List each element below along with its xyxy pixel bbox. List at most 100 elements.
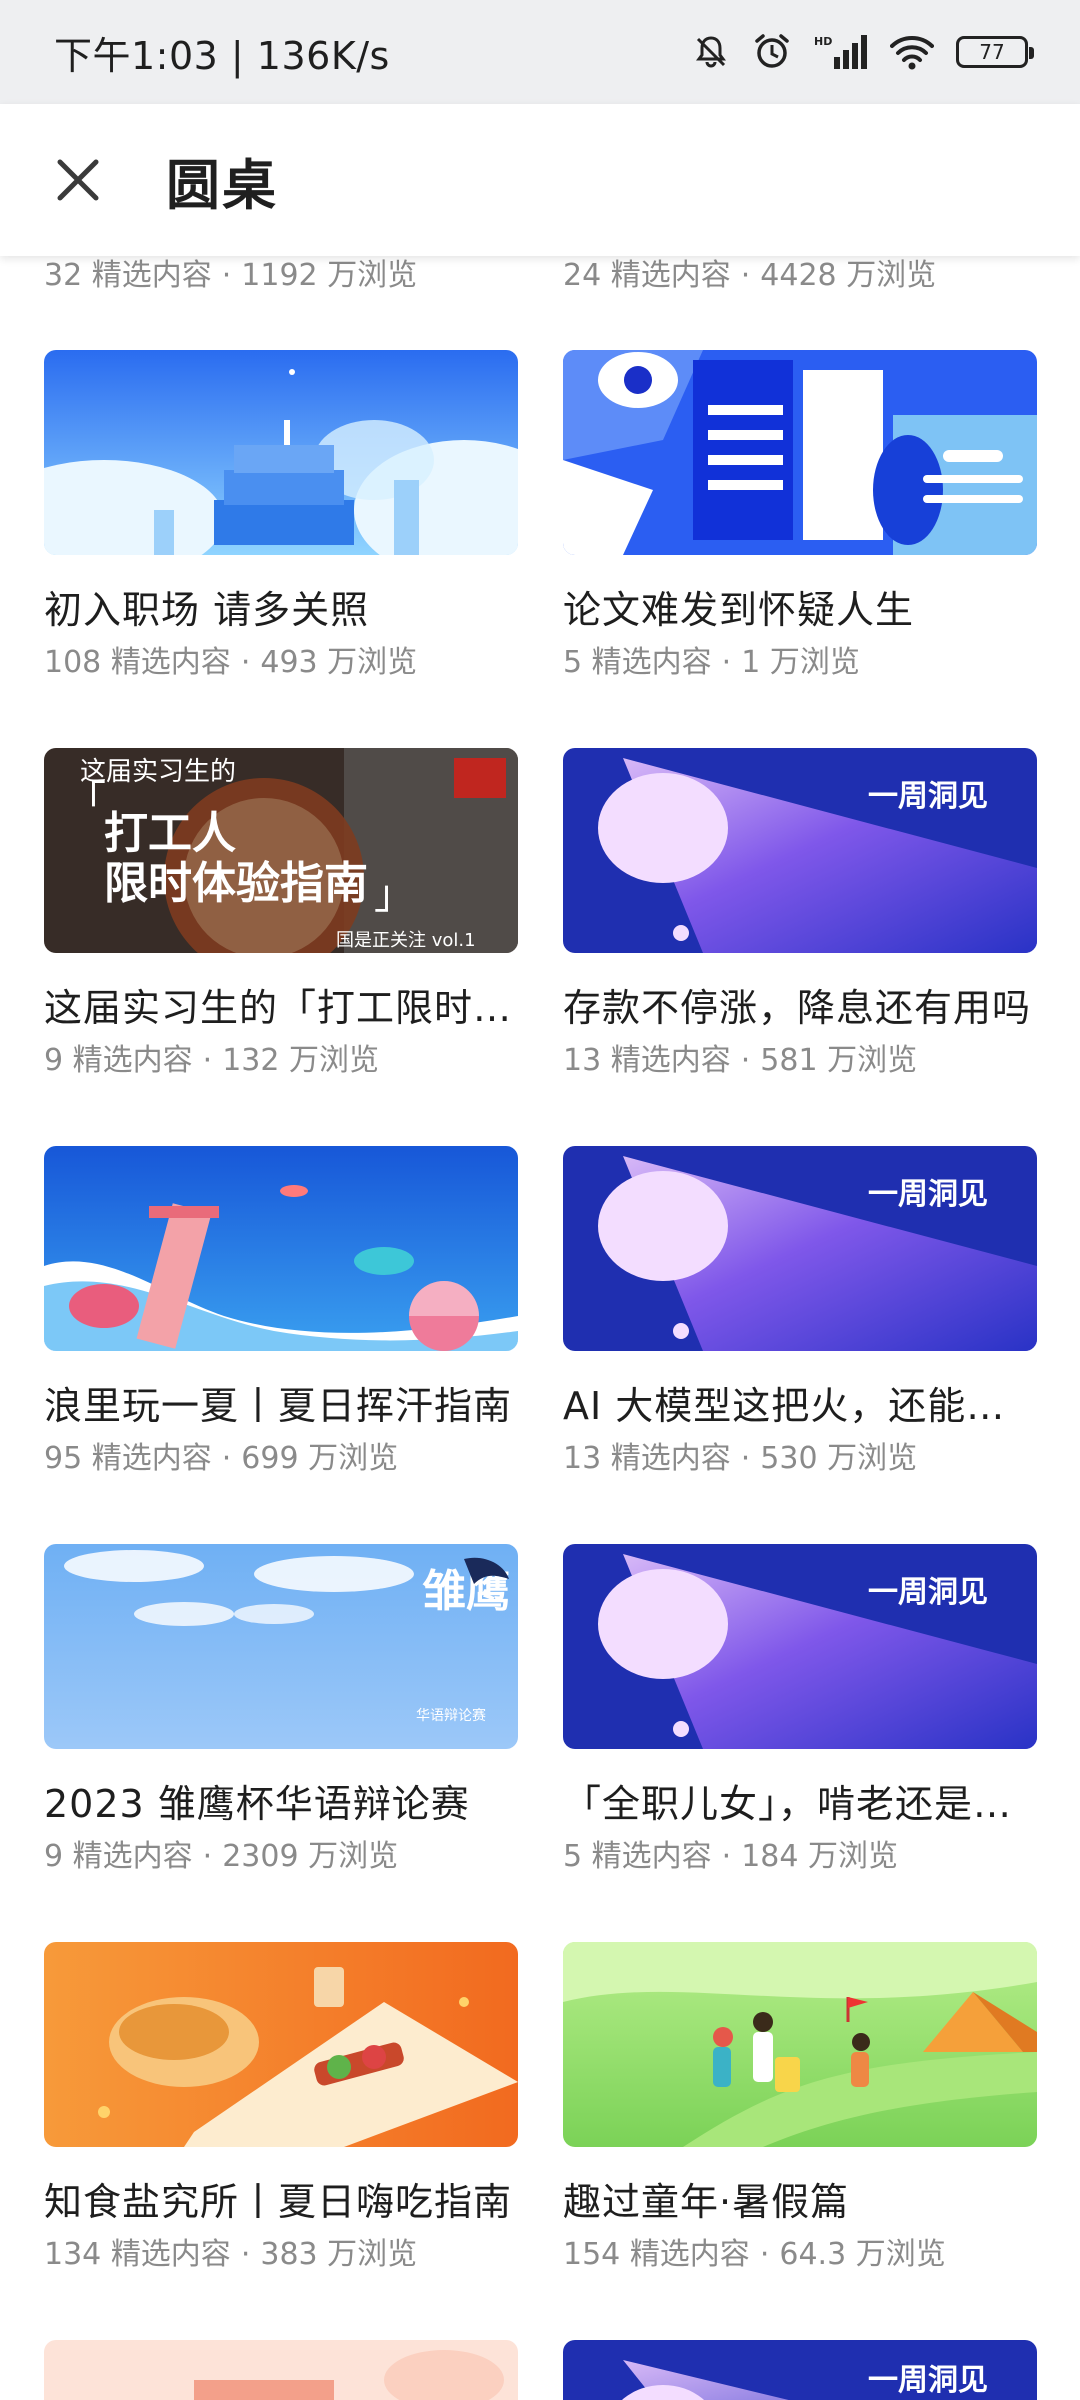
card-meta: 5 精选内容 · 184 万浏览 — [563, 1837, 1037, 1877]
cover-overlay-line2: 打工人 — [104, 808, 236, 859]
views-label: 万浏览 — [855, 2237, 946, 2272]
roundtable-card[interactable]: 这届实习生的 「 打工人 限时体验指南 」 国是正关注 vol.1 这届实习生的… — [44, 748, 518, 1146]
featured-count: 108 — [44, 645, 102, 680]
views-label: 万浏览 — [769, 645, 860, 680]
featured-label: 精选内容 — [91, 258, 212, 293]
roundtable-list[interactable]: 32 精选内容 · 1192 万浏览 24 精选内容 · 4428 万浏览 初入… — [0, 256, 1080, 2400]
roundtable-card[interactable]: 趣过童年·暑假篇 154 精选内容 · 64.3 万浏览 — [563, 1942, 1037, 2340]
card-meta: 13 精选内容 · 581 万浏览 — [563, 1041, 1037, 1081]
battery-level: 77 — [979, 40, 1005, 64]
featured-label: 精选内容 — [591, 1839, 712, 1874]
views-count: 530 — [760, 1441, 818, 1476]
card-cover-image — [44, 1146, 518, 1351]
featured-label: 精选内容 — [610, 258, 731, 293]
card-cover-image — [44, 350, 518, 555]
views-label: 万浏览 — [827, 1043, 918, 1078]
card-partial-2[interactable]: 24 精选内容 · 4428 万浏览 — [563, 256, 1037, 350]
card-cover-image: 雏鹰 华语辩论赛 — [44, 1544, 518, 1749]
views-count: 581 — [760, 1043, 818, 1078]
top-app-bar: 圆桌 — [0, 104, 1080, 256]
roundtable-card-partial[interactable]: 一周洞见 — [563, 2340, 1037, 2400]
cover-footer-text: 国是正关注 vol.1 — [336, 930, 476, 951]
views-label: 万浏览 — [827, 1441, 918, 1476]
featured-label: 精选内容 — [110, 2237, 231, 2272]
featured-count: 5 — [563, 645, 583, 680]
signal-hd-icon: HD — [814, 35, 867, 69]
featured-label: 精选内容 — [629, 2237, 750, 2272]
card-title: 这届实习生的「打工限时体验指南」 — [44, 986, 518, 1030]
roundtable-card[interactable]: 初入职场 请多关照 108 精选内容 · 493 万浏览 — [44, 350, 518, 748]
card-title: 初入职场 请多关照 — [44, 588, 370, 632]
views-count: 184 — [741, 1839, 799, 1874]
separator: · — [221, 258, 232, 293]
svg-text:HD: HD — [814, 35, 832, 48]
separator: · — [202, 1839, 213, 1874]
views-count: 132 — [222, 1043, 280, 1078]
roundtable-grid: 初入职场 请多关照 108 精选内容 · 493 万浏览 论文难发到怀疑人生 5… — [0, 350, 1080, 2400]
card-title: 趣过童年·暑假篇 — [563, 2180, 850, 2224]
cover-brand-text: 一周洞见 — [868, 1177, 988, 1212]
separator: · — [721, 645, 732, 680]
featured-count: 134 — [44, 2237, 102, 2272]
featured-count: 9 — [44, 1839, 64, 1874]
views-count: 2309 — [222, 1839, 299, 1874]
card-meta: 32 精选内容 · 1192 万浏览 — [44, 256, 417, 296]
card-cover-image — [563, 350, 1037, 555]
featured-label: 精选内容 — [72, 1839, 193, 1874]
cover-overlay-line3: 限时体验指南 — [104, 858, 368, 909]
card-cover-image — [44, 2340, 518, 2400]
roundtable-card[interactable]: 一周洞见 「全职儿女」，啃老还是新职业 5 精选内容 · 184 万浏览 — [563, 1544, 1037, 1942]
alarm-icon — [755, 34, 789, 68]
svg-text:「: 「 — [66, 778, 106, 824]
featured-label: 精选内容 — [610, 1043, 731, 1078]
cover-brand-text: 一周洞见 — [868, 2363, 988, 2398]
card-title: AI 大模型这把火，还能烧多久 — [563, 1384, 1037, 1428]
roundtable-card[interactable]: 浪里玩一夏丨夏日挥汗指南 95 精选内容 · 699 万浏览 — [44, 1146, 518, 1544]
separator: · — [740, 1441, 751, 1476]
views-count: 383 — [260, 2237, 318, 2272]
card-cover-image: 一周洞见 — [563, 1544, 1037, 1749]
card-meta: 134 精选内容 · 383 万浏览 — [44, 2235, 518, 2275]
partial-row-top: 32 精选内容 · 1192 万浏览 24 精选内容 · 4428 万浏览 — [0, 256, 1080, 350]
status-icons: HD 77 — [692, 32, 1034, 72]
roundtable-card-partial[interactable] — [44, 2340, 518, 2400]
featured-count: 32 — [44, 258, 83, 293]
featured-label: 精选内容 — [610, 1441, 731, 1476]
separator: · — [759, 2237, 770, 2272]
views-label: 万浏览 — [808, 1839, 898, 1874]
views-label: 万浏览 — [327, 2237, 418, 2272]
views-label: 万浏览 — [846, 258, 937, 293]
card-meta: 9 精选内容 · 132 万浏览 — [44, 1041, 518, 1081]
close-button[interactable] — [28, 130, 128, 230]
cover-brand-text: 一周洞见 — [868, 1575, 988, 1610]
roundtable-card[interactable]: 一周洞见 存款不停涨，降息还有用吗 13 精选内容 · 581 万浏览 — [563, 748, 1037, 1146]
roundtable-card[interactable]: 论文难发到怀疑人生 5 精选内容 · 1 万浏览 — [563, 350, 1037, 748]
separator: · — [740, 1043, 751, 1078]
featured-label: 精选内容 — [591, 645, 712, 680]
roundtable-card[interactable]: 一周洞见 AI 大模型这把火，还能烧多久 13 精选内容 · 530 万浏览 — [563, 1146, 1037, 1544]
views-count: 1192 — [241, 258, 318, 293]
cover-brand-text: 一周洞见 — [868, 779, 988, 814]
card-title: 「全职儿女」，啃老还是新职业 — [563, 1782, 1037, 1826]
card-title: 论文难发到怀疑人生 — [563, 588, 915, 632]
separator: · — [221, 1441, 232, 1476]
views-count: 699 — [241, 1441, 299, 1476]
cover-badge-subtitle: 华语辩论赛 — [416, 1708, 486, 1724]
featured-label: 精选内容 — [110, 645, 231, 680]
views-count: 4428 — [760, 258, 837, 293]
views-label: 万浏览 — [308, 1441, 399, 1476]
close-icon — [57, 159, 99, 201]
views-count: 1 — [741, 645, 761, 680]
roundtable-card[interactable]: 知食盐究所丨夏日嗨吃指南 134 精选内容 · 383 万浏览 — [44, 1942, 518, 2340]
card-partial-1[interactable]: 32 精选内容 · 1192 万浏览 — [44, 256, 518, 350]
views-label: 万浏览 — [289, 1043, 379, 1078]
svg-text:」: 」 — [374, 872, 414, 918]
roundtable-card[interactable]: 雏鹰 华语辩论赛 2023 雏鹰杯华语辩论赛 9 精选内容 · 2309 万浏览 — [44, 1544, 518, 1942]
card-meta: 9 精选内容 · 2309 万浏览 — [44, 1837, 518, 1877]
card-cover-image: 一周洞见 — [563, 748, 1037, 953]
views-count: 493 — [260, 645, 318, 680]
battery-icon: 77 — [956, 36, 1034, 68]
featured-label: 精选内容 — [72, 1043, 193, 1078]
featured-count: 24 — [563, 258, 602, 293]
featured-label: 精选内容 — [91, 1441, 212, 1476]
